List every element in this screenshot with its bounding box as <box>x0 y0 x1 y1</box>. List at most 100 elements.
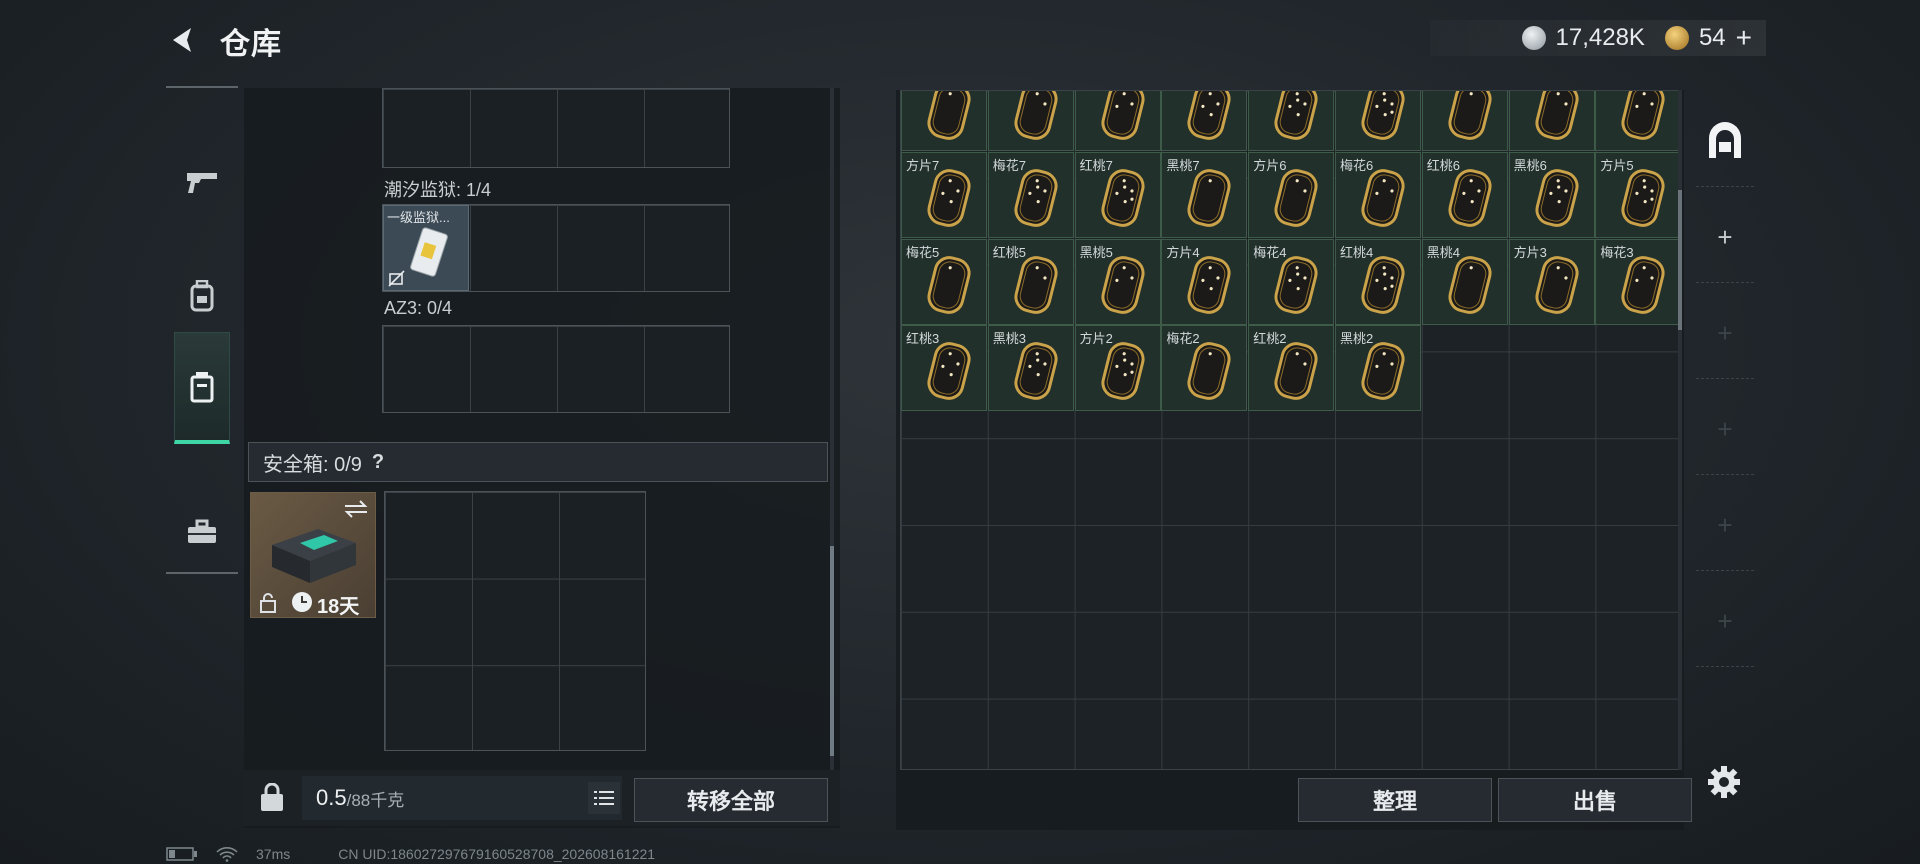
card-icon <box>1535 91 1579 140</box>
card-item[interactable]: 梅花3 <box>1595 238 1681 325</box>
card-icon <box>1187 168 1231 227</box>
card-item[interactable]: 方片3 <box>1508 238 1595 325</box>
card-icon <box>1448 255 1492 314</box>
card-item[interactable]: 方片6 <box>1248 151 1335 238</box>
card-item[interactable] <box>1421 91 1508 151</box>
card-item[interactable]: 梅花4 <box>1248 238 1335 325</box>
card-item[interactable]: 红桃3 <box>901 325 987 412</box>
card-item[interactable]: 红桃2 <box>1248 325 1335 412</box>
add-storage-page-button[interactable]: + <box>1696 192 1754 283</box>
card-item[interactable]: 红桃6 <box>1421 151 1508 238</box>
card-item[interactable] <box>901 91 987 151</box>
card-item[interactable]: 方片5 <box>1595 151 1681 238</box>
sell-button[interactable]: 出售 <box>1498 778 1692 822</box>
card-item[interactable]: 梅花2 <box>1161 325 1248 412</box>
az3-grid[interactable] <box>382 325 730 413</box>
safe-box-help-button[interactable]: ? <box>372 451 384 474</box>
card-item[interactable]: 梅花6 <box>1335 151 1421 238</box>
card-item[interactable]: 黑桃5 <box>1074 238 1161 325</box>
storage-grid[interactable]: 方片7 梅花7 红桃7 黑桃7 方片6 梅花6 红桃6 黑桃6 方片5 梅花5 红桃5 黑桃5 方片4 梅… <box>900 90 1682 770</box>
back-button[interactable] <box>162 20 202 60</box>
card-icon <box>1361 91 1405 140</box>
card-icon <box>1101 91 1145 140</box>
card-item[interactable]: 梅花5 <box>901 238 987 325</box>
card-item[interactable] <box>987 91 1074 151</box>
card-item[interactable]: 黑桃3 <box>987 325 1074 412</box>
silver-amount: 17,428K <box>1555 24 1645 51</box>
locked-storage-slot[interactable]: + <box>1696 288 1754 379</box>
list-view-button[interactable] <box>588 782 620 814</box>
left-scrollbar[interactable] <box>830 88 834 818</box>
top-container-grid[interactable] <box>382 88 730 168</box>
transfer-all-button[interactable]: 转移全部 <box>634 778 828 822</box>
safe-box-timer: 18天 <box>317 596 360 618</box>
card-item[interactable] <box>1508 91 1595 151</box>
safe-box-item[interactable]: 18天 <box>250 492 376 618</box>
storage-page-strip: + + + + + <box>1696 96 1754 716</box>
tab-toolbox[interactable] <box>174 476 230 588</box>
settings-button[interactable] <box>1706 764 1742 800</box>
weight-value: 0.5 <box>316 785 347 810</box>
card-item[interactable]: 红桃5 <box>987 238 1074 325</box>
page-title: 仓库 <box>220 28 282 61</box>
tab-weapons[interactable] <box>174 126 230 238</box>
card-icon <box>1274 255 1318 314</box>
right-scrollbar[interactable] <box>1678 90 1682 770</box>
right-scroll-thumb[interactable] <box>1678 190 1682 330</box>
card-item[interactable]: 黑桃4 <box>1421 238 1508 325</box>
card-item[interactable]: 方片2 <box>1074 325 1161 412</box>
card-item[interactable]: 黑桃6 <box>1508 151 1595 238</box>
card-icon <box>1361 342 1405 401</box>
wifi-icon <box>216 847 238 862</box>
safe-box-grid[interactable] <box>384 491 646 751</box>
card-icon <box>1014 168 1058 227</box>
weight-max: /88千克 <box>346 790 405 810</box>
tide-prison-label: 潮汐监狱: 1/4 <box>384 180 492 200</box>
locked-storage-slot[interactable]: + <box>1696 576 1754 667</box>
no-trade-icon <box>388 270 405 287</box>
card-item[interactable]: 红桃4 <box>1335 238 1421 325</box>
card-item[interactable]: 黑桃7 <box>1161 151 1248 238</box>
currency-bar: 17,428K 54 + <box>1430 20 1766 56</box>
card-icon <box>1535 255 1579 314</box>
card-item[interactable] <box>1335 91 1421 151</box>
card-icon <box>1187 91 1231 140</box>
backpack-icon <box>190 280 214 312</box>
locked-storage-slot[interactable]: + <box>1696 480 1754 571</box>
card-icon <box>1101 342 1145 401</box>
left-scroll-thumb[interactable] <box>830 546 834 756</box>
gear-icon <box>1708 766 1740 798</box>
add-currency-button[interactable]: + <box>1736 22 1752 54</box>
card-icon <box>1621 255 1665 314</box>
card-item[interactable] <box>1595 91 1681 151</box>
back-arrow-icon <box>173 28 191 52</box>
storage-page-main[interactable] <box>1696 96 1754 187</box>
card-icon <box>1621 168 1665 227</box>
card-item[interactable]: 红桃7 <box>1074 151 1161 238</box>
card-icon <box>1448 91 1492 140</box>
card-item[interactable] <box>1248 91 1335 151</box>
card-item[interactable] <box>1074 91 1161 151</box>
card-icon <box>1187 342 1231 401</box>
card-item[interactable]: 方片4 <box>1161 238 1248 325</box>
tide-prison-grid[interactable]: 一级监狱... <box>382 204 730 292</box>
weight-lock-icon <box>261 783 283 811</box>
card-icon <box>927 168 971 227</box>
card-item[interactable]: 方片7 <box>901 151 987 238</box>
card-item[interactable]: 黑桃2 <box>1335 325 1421 412</box>
locked-storage-slot[interactable]: + <box>1696 384 1754 475</box>
card-icon <box>927 342 971 401</box>
card-item[interactable] <box>1161 91 1248 151</box>
card-icon <box>1361 255 1405 314</box>
card-item[interactable]: 梅花7 <box>987 151 1074 238</box>
gold-amount: 54 <box>1698 24 1726 51</box>
card-icon <box>1014 342 1058 401</box>
sort-button[interactable]: 整理 <box>1298 778 1492 822</box>
card-icon <box>1361 168 1405 227</box>
container-icon <box>190 371 214 402</box>
prison-keycard-item[interactable]: 一级监狱... <box>383 205 469 291</box>
tab-containers[interactable] <box>174 332 230 444</box>
card-icon <box>1274 342 1318 401</box>
category-tabs <box>166 86 238 574</box>
safe-box-label: 安全箱: 0/9 <box>263 453 362 476</box>
